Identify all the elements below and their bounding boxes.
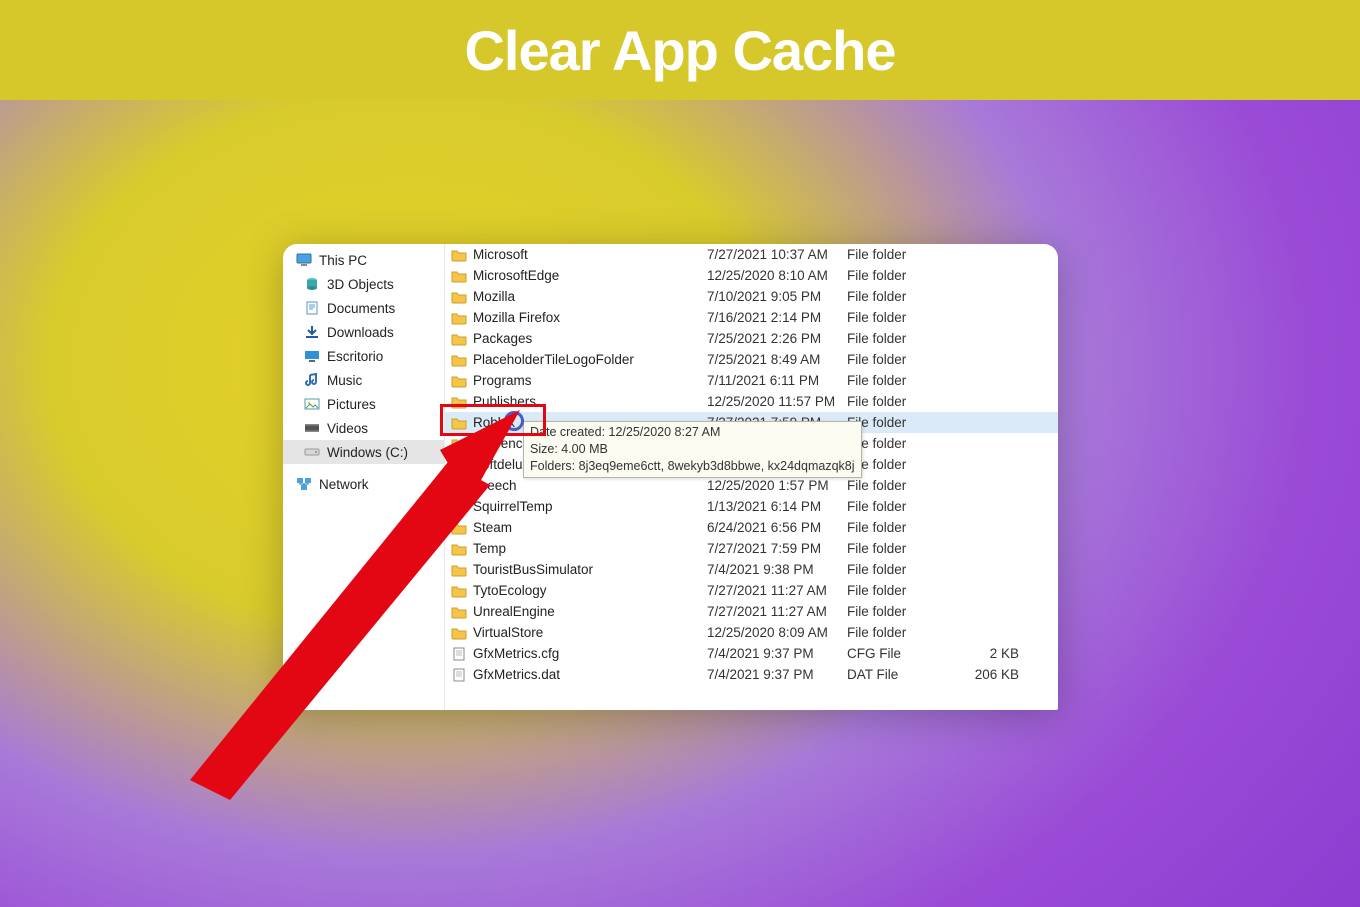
file-date: 7/27/2021 11:27 AM: [707, 583, 847, 598]
tree-label: This PC: [319, 253, 367, 268]
tree-label: Downloads: [327, 325, 394, 340]
doc-icon: [303, 300, 321, 316]
file-name: Mozilla Firefox: [469, 310, 707, 325]
file-date: 7/4/2021 9:37 PM: [707, 646, 847, 661]
folder-icon: [449, 269, 469, 283]
folder-icon: [449, 353, 469, 367]
file-date: 7/4/2021 9:38 PM: [707, 562, 847, 577]
file-row[interactable]: Programs 7/11/2021 6:11 PM File folder: [445, 370, 1058, 391]
file-list: Microsoft 7/27/2021 10:37 AM File folder…: [445, 244, 1058, 710]
tree-this-pc[interactable]: This PC: [283, 248, 444, 272]
file-date: 12/25/2020 8:10 AM: [707, 268, 847, 283]
title-banner: Clear App Cache: [0, 0, 1360, 100]
tooltip-line: Size: 4.00 MB: [530, 441, 855, 458]
file-row[interactable]: Steam 6/24/2021 6:56 PM File folder: [445, 517, 1058, 538]
file-date: 7/4/2021 9:37 PM: [707, 667, 847, 682]
dl-icon: [303, 324, 321, 340]
tree-label: 3D Objects: [327, 277, 394, 292]
file-date: 7/11/2021 6:11 PM: [707, 373, 847, 388]
info-tooltip: Date created: 12/25/2020 8:27 AM Size: 4…: [523, 421, 862, 478]
file-type: DAT File: [847, 667, 957, 682]
file-name: MicrosoftEdge: [469, 268, 707, 283]
file-type: File folder: [847, 415, 957, 430]
file-row[interactable]: Mozilla 7/10/2021 9:05 PM File folder: [445, 286, 1058, 307]
folder-icon: [449, 374, 469, 388]
file-type: File folder: [847, 583, 957, 598]
file-type: File folder: [847, 436, 957, 451]
tree-item[interactable]: Downloads: [283, 320, 444, 344]
music-icon: [303, 372, 321, 388]
pc-icon: [295, 252, 313, 268]
tree-item[interactable]: 3D Objects: [283, 272, 444, 296]
file-row[interactable]: VirtualStore 12/25/2020 8:09 AM File fol…: [445, 622, 1058, 643]
file-date: 1/13/2021 6:14 PM: [707, 499, 847, 514]
file-type: File folder: [847, 373, 957, 388]
folder-icon: [449, 311, 469, 325]
tree-item[interactable]: Music: [283, 368, 444, 392]
file-row[interactable]: speech 12/25/2020 1:57 PM File folder: [445, 475, 1058, 496]
tooltip-line: Date created: 12/25/2020 8:27 AM: [530, 424, 855, 441]
file-type: File folder: [847, 562, 957, 577]
file-type: File folder: [847, 625, 957, 640]
page-title: Clear App Cache: [464, 18, 895, 83]
file-date: 7/16/2021 2:14 PM: [707, 310, 847, 325]
file-row[interactable]: TytoEcology 7/27/2021 11:27 AM File fold…: [445, 580, 1058, 601]
file-type: CFG File: [847, 646, 957, 661]
page-root: Clear App Cache This PC 3D Objects Docum…: [0, 0, 1360, 907]
tree-item[interactable]: Documents: [283, 296, 444, 320]
annotation-arrow-icon: [190, 410, 520, 800]
file-type: File folder: [847, 520, 957, 535]
folder-icon: [449, 332, 469, 346]
file-size: 206 KB: [957, 667, 1027, 682]
file-type: File folder: [847, 268, 957, 283]
file-type: File folder: [847, 394, 957, 409]
file-name: Packages: [469, 331, 707, 346]
file-row[interactable]: TouristBusSimulator 7/4/2021 9:38 PM Fil…: [445, 559, 1058, 580]
file-type: File folder: [847, 310, 957, 325]
file-row[interactable]: Microsoft 7/27/2021 10:37 AM File folder: [445, 244, 1058, 265]
tree-label: Escritorio: [327, 349, 383, 364]
file-date: 12/25/2020 11:57 PM: [707, 394, 847, 409]
file-row[interactable]: Packages 7/25/2021 2:26 PM File folder: [445, 328, 1058, 349]
file-name: Mozilla: [469, 289, 707, 304]
file-size: 2 KB: [957, 646, 1027, 661]
file-date: 7/10/2021 9:05 PM: [707, 289, 847, 304]
file-row[interactable]: Mozilla Firefox 7/16/2021 2:14 PM File f…: [445, 307, 1058, 328]
file-row[interactable]: Temp 7/27/2021 7:59 PM File folder: [445, 538, 1058, 559]
file-type: File folder: [847, 478, 957, 493]
file-date: 12/25/2020 1:57 PM: [707, 478, 847, 493]
file-row[interactable]: UnrealEngine 7/27/2021 11:27 AM File fol…: [445, 601, 1058, 622]
file-type: File folder: [847, 289, 957, 304]
folder-icon: [449, 248, 469, 262]
file-date: 7/25/2021 2:26 PM: [707, 331, 847, 346]
file-name: PlaceholderTileLogoFolder: [469, 352, 707, 367]
folder-icon: [449, 290, 469, 304]
file-date: 7/27/2021 11:27 AM: [707, 604, 847, 619]
file-type: File folder: [847, 541, 957, 556]
file-type: File folder: [847, 604, 957, 619]
file-name: Microsoft: [469, 247, 707, 262]
tree-item[interactable]: Escritorio: [283, 344, 444, 368]
file-date: 6/24/2021 6:56 PM: [707, 520, 847, 535]
file-row[interactable]: MicrosoftEdge 12/25/2020 8:10 AM File fo…: [445, 265, 1058, 286]
file-row[interactable]: GfxMetrics.cfg 7/4/2021 9:37 PM CFG File…: [445, 643, 1058, 664]
file-type: File folder: [847, 352, 957, 367]
file-name: Programs: [469, 373, 707, 388]
file-date: 7/25/2021 8:49 AM: [707, 352, 847, 367]
file-row[interactable]: SquirrelTemp 1/13/2021 6:14 PM File fold…: [445, 496, 1058, 517]
file-type: File folder: [847, 499, 957, 514]
desk-icon: [303, 348, 321, 364]
file-type: File folder: [847, 331, 957, 346]
tree-label: Music: [327, 373, 362, 388]
cyl-icon: [303, 276, 321, 292]
file-type: File folder: [847, 457, 957, 472]
file-date: 7/27/2021 10:37 AM: [707, 247, 847, 262]
tree-label: Documents: [327, 301, 395, 316]
file-row[interactable]: GfxMetrics.dat 7/4/2021 9:37 PM DAT File…: [445, 664, 1058, 685]
file-date: 7/27/2021 7:59 PM: [707, 541, 847, 556]
tooltip-line: Folders: 8j3eq9eme6ctt, 8wekyb3d8bbwe, k…: [530, 458, 855, 475]
file-type: File folder: [847, 247, 957, 262]
file-date: 12/25/2020 8:09 AM: [707, 625, 847, 640]
file-row[interactable]: PlaceholderTileLogoFolder 7/25/2021 8:49…: [445, 349, 1058, 370]
